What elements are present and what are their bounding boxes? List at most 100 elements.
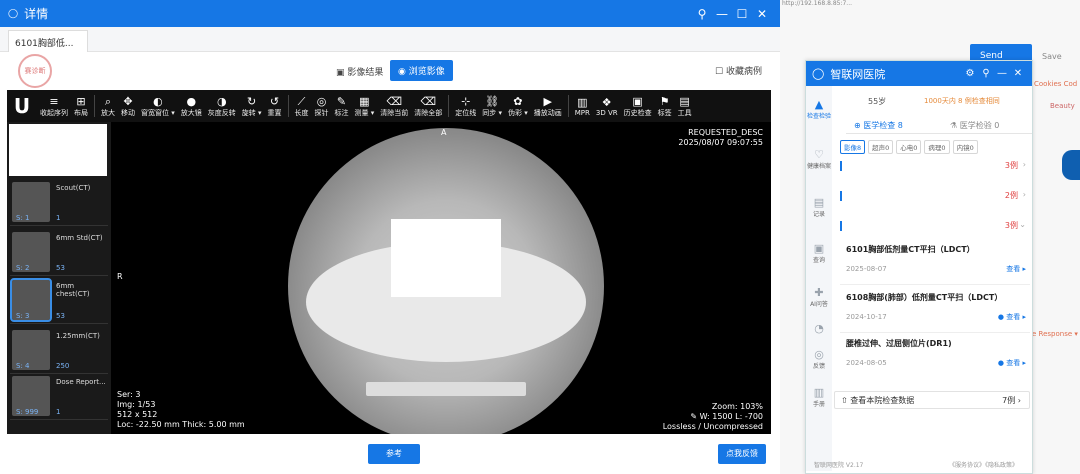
toolbar-item[interactable]: ⌕ 放大 bbox=[98, 90, 118, 122]
panel-close-button[interactable]: ✕ bbox=[1010, 68, 1026, 79]
toolbar-item[interactable]: ⛓ 同步 ▾ bbox=[479, 90, 505, 122]
tab-lab-test[interactable]: ⚗ 医学检验 0 bbox=[950, 120, 999, 131]
toolbar-icon: ▤ bbox=[679, 94, 690, 108]
save-button[interactable]: Save bbox=[1042, 52, 1062, 61]
nav-item[interactable]: ▤ 记录 bbox=[806, 196, 832, 218]
expand-icon[interactable]: ⌄ bbox=[1019, 220, 1026, 229]
nav-icon: ◔ bbox=[814, 322, 824, 335]
image-icon: ▣ bbox=[336, 68, 348, 78]
modality-chip[interactable]: 影像8 bbox=[840, 140, 866, 154]
series-thumbnail[interactable]: 6mm Std(CT) S: 2 53 bbox=[10, 230, 108, 276]
nav-item[interactable]: ♡ 健康档案 bbox=[806, 148, 832, 170]
maximize-button[interactable]: ☐ bbox=[732, 7, 752, 21]
toolbar-item[interactable]: ⌫ 清除全部 bbox=[411, 90, 445, 122]
toolbar-icon: ⛓ bbox=[485, 94, 500, 108]
assistant-avatar-icon[interactable] bbox=[1062, 150, 1080, 180]
nav-item[interactable]: ✚ AI问答 bbox=[806, 286, 832, 308]
expand-icon[interactable]: › bbox=[1023, 190, 1026, 199]
series-thumbnail[interactable]: Scout(CT) S: 1 1 bbox=[10, 180, 108, 226]
exam-group-row[interactable]: 2例 › bbox=[840, 190, 1026, 204]
toolbar-icon: ⊹ bbox=[461, 94, 471, 108]
toolbar-label: 3D VR bbox=[595, 108, 618, 117]
exam-group-row[interactable]: 3例 ⌄ bbox=[840, 220, 1026, 234]
toolbar-label: 放大镜 bbox=[180, 108, 202, 117]
minimize-button[interactable]: — bbox=[712, 7, 732, 21]
title-bar: ◯ 详情 ⚲ — ☐ ✕ bbox=[0, 0, 780, 27]
view-link[interactable]: ● 查看 ▸ bbox=[998, 358, 1026, 368]
nav-item[interactable]: ◎ 反馈 bbox=[806, 348, 832, 370]
response-dropdown[interactable]: e Response ▾ bbox=[1032, 330, 1078, 338]
modality-chip[interactable]: 内镜0 bbox=[952, 140, 978, 154]
nav-icon: ▤ bbox=[813, 196, 825, 209]
series-thumbnail[interactable]: Dose Report... S: 999 1 bbox=[10, 374, 108, 420]
nav-item[interactable]: ▥ 手册 bbox=[806, 386, 832, 408]
nav-item[interactable]: ◔ bbox=[806, 322, 832, 335]
modality-chip[interactable]: 心电0 bbox=[896, 140, 922, 154]
viewer-toolbar: U ≡ 收起序列 ⊞ 布局 ⌕ 放大 ✥ 移动 ◐ 窗宽窗位 ▾ ● 放大镜 ◑ 灰度反转 ↻ 旋转 ▾ ↺ 重置… bbox=[7, 90, 771, 122]
viewer-window: ◯ 详情 ⚲ — ☐ ✕ 6101胸部低... 赛诊断 ▣ 影像结果 ◉ 浏览影… bbox=[0, 0, 780, 474]
toolbar-item[interactable]: ◑ 灰度反转 bbox=[205, 90, 239, 122]
toolbar-item[interactable]: ⊞ 布局 bbox=[71, 90, 91, 122]
toolbar-label: 同步 ▾ bbox=[482, 108, 502, 117]
toolbar-item[interactable]: ▣ 历史检查 bbox=[621, 90, 655, 122]
toolbar-item[interactable]: ✥ 移动 bbox=[118, 90, 138, 122]
nav-item[interactable]: ▣ 查询 bbox=[806, 242, 832, 264]
toolbar-item[interactable]: ⟋ 长度 bbox=[292, 90, 312, 122]
exam-group-row[interactable]: 3例 › bbox=[840, 160, 1026, 174]
toolbar-item[interactable]: ▤ 工具 bbox=[675, 90, 695, 122]
modality-chip[interactable]: 超声0 bbox=[868, 140, 894, 154]
toolbar-item[interactable]: ◎ 探针 bbox=[312, 90, 332, 122]
tab-browse-image[interactable]: ◉ 浏览影像 bbox=[390, 60, 453, 81]
collect-case-toggle[interactable]: ☐ 收藏病例 bbox=[715, 64, 762, 77]
settings-icon[interactable]: ⚙ bbox=[962, 68, 978, 79]
toolbar-item[interactable]: ⌫ 清除当前 bbox=[377, 90, 411, 122]
toolbar-item[interactable]: ● 放大镜 bbox=[178, 90, 205, 122]
view-link[interactable]: ● 查看 ▸ bbox=[998, 312, 1026, 322]
tab-browse-image-label: 浏览影像 bbox=[408, 67, 445, 77]
policy-links[interactable]: 《服务协议》《隐私政策》 bbox=[949, 460, 1018, 469]
beauty-link[interactable]: Beauty bbox=[1050, 102, 1075, 110]
toolbar-item[interactable]: ▥ MPR bbox=[572, 90, 593, 122]
toolbar-item[interactable]: ❖ 3D VR bbox=[593, 90, 621, 122]
exam-record[interactable]: 6108胸部(肺部）低剂量CT平扫（LDCT） 2024-10-17 ● 查看 ▸ bbox=[846, 292, 1026, 321]
modality-chip[interactable]: 病理0 bbox=[924, 140, 950, 154]
cookies-link[interactable]: Cookies Cod bbox=[1034, 80, 1077, 88]
toolbar-label: 收起序列 bbox=[40, 108, 68, 117]
toolbar-icon: ⚑ bbox=[659, 94, 670, 108]
series-thumbnail[interactable]: 1.25mm(CT) S: 4 250 bbox=[10, 328, 108, 374]
toolbar-icon: ◐ bbox=[153, 94, 163, 108]
toolbar-item[interactable]: ↻ 旋转 ▾ bbox=[239, 90, 265, 122]
exam-record[interactable]: 腰椎过伸、过屈侧位片(DR1) 2024-08-05 ● 查看 ▸ bbox=[846, 338, 1026, 367]
exam-record[interactable]: 6101胸部低剂量CT平扫（LDCT） 2025-08-07 查看 ▸ bbox=[846, 244, 1026, 273]
close-button[interactable]: ✕ bbox=[752, 7, 772, 21]
group-marker bbox=[840, 191, 842, 201]
toolbar-item[interactable]: ✿ 伪彩 ▾ bbox=[505, 90, 531, 122]
toolbar-item[interactable]: ◐ 窗宽窗位 ▾ bbox=[138, 90, 178, 122]
nav-item[interactable]: ▲ 检查检验 bbox=[806, 98, 832, 120]
toolbar-item[interactable]: ▶ 播放动画 bbox=[531, 90, 565, 122]
tab-study[interactable]: 6101胸部低... bbox=[8, 30, 88, 52]
address-bar[interactable]: http://192.168.8.85:7... bbox=[782, 0, 852, 7]
toolbar-item[interactable]: ⊹ 定位线 bbox=[452, 90, 479, 122]
toolbar-item[interactable]: ✎ 标注 bbox=[332, 90, 352, 122]
patient-age: 55岁 bbox=[868, 97, 887, 106]
panel-minimize-button[interactable]: — bbox=[994, 68, 1010, 79]
tab-image-result[interactable]: ▣ 影像结果 bbox=[330, 62, 389, 81]
pin-icon[interactable]: ⚲ bbox=[692, 7, 712, 21]
pin-icon[interactable]: ⚲ bbox=[978, 68, 994, 79]
view-link[interactable]: 查看 ▸ bbox=[1006, 264, 1026, 274]
toolbar-item[interactable]: ⚑ 标签 bbox=[655, 90, 675, 122]
edit-icon[interactable]: ✎ bbox=[690, 412, 699, 421]
toolbar-item[interactable]: ≡ 收起序列 bbox=[37, 90, 71, 122]
series-thumbnail[interactable]: 6mm chest(CT) S: 3 53 bbox=[10, 278, 108, 324]
expand-icon[interactable]: › bbox=[1023, 160, 1026, 169]
toolbar-item[interactable]: ▦ 测量 ▾ bbox=[352, 90, 378, 122]
toolbar-icon: ⌕ bbox=[104, 94, 112, 108]
toolbar-item[interactable]: ↺ 重置 bbox=[265, 90, 285, 122]
reference-button[interactable]: 参考 bbox=[368, 444, 420, 464]
tab-medical-exam[interactable]: ⊕ 医学检查 8 bbox=[854, 120, 903, 131]
feedback-button[interactable]: 点我反馈 bbox=[718, 444, 766, 464]
hospital-data-link[interactable]: ⇧ 查看本院检查数据 7例 › bbox=[834, 391, 1030, 409]
image-viewport[interactable]: A R REQUESTED_DESC 2025/08/07 09:07:55 S… bbox=[111, 122, 771, 434]
series-number: S: 3 bbox=[16, 312, 30, 320]
